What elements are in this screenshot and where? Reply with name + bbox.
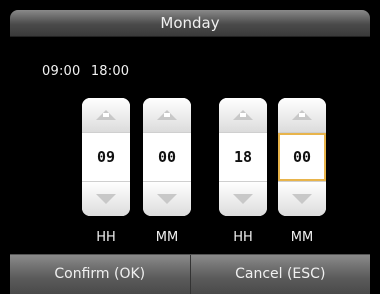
triangle-up-icon <box>292 110 312 120</box>
start-hour-increment-button[interactable] <box>82 98 130 133</box>
start-minute-decrement-button[interactable] <box>143 181 191 216</box>
end-hour-spinner[interactable]: 18 <box>219 98 267 216</box>
triangle-down-icon <box>233 194 253 204</box>
end-minute-decrement-button[interactable] <box>278 181 326 216</box>
page-title: Monday <box>160 14 220 32</box>
triangle-up-icon <box>157 110 177 120</box>
start-time: 09:00 <box>42 64 81 79</box>
end-minute-spinner[interactable]: 00 <box>278 98 326 216</box>
start-hour-value[interactable]: 09 <box>82 133 130 181</box>
end-minute-value[interactable]: 00 <box>278 133 326 181</box>
end-minute-unit-label: MM <box>290 230 314 245</box>
end-hour-value[interactable]: 18 <box>219 133 267 181</box>
start-hour-decrement-button[interactable] <box>82 181 130 216</box>
triangle-up-icon <box>233 110 253 120</box>
start-minute-spinner[interactable]: 00 <box>143 98 191 216</box>
start-minute-increment-button[interactable] <box>143 98 191 133</box>
start-minute-value[interactable]: 00 <box>143 133 191 181</box>
end-time: 18:00 <box>90 64 130 79</box>
start-hour-unit-label: HH <box>96 230 116 245</box>
triangle-down-icon <box>96 194 116 204</box>
confirm-button[interactable]: Confirm (OK) <box>10 255 191 294</box>
start-hour-spinner[interactable]: 09 <box>82 98 130 216</box>
triangle-down-icon <box>292 194 312 204</box>
end-hour-decrement-button[interactable] <box>219 181 267 216</box>
time-range-display: 09:00 18:00 <box>42 64 135 79</box>
time-setting-screen: Monday 09:00 18:00 09 00 18 00 HH MM HH … <box>0 0 380 294</box>
bottom-button-bar: Confirm (OK) Cancel (ESC) <box>10 254 370 294</box>
start-minute-unit-label: MM <box>155 230 179 245</box>
end-hour-increment-button[interactable] <box>219 98 267 133</box>
triangle-down-icon <box>157 194 177 204</box>
triangle-up-icon <box>96 110 116 120</box>
end-minute-increment-button[interactable] <box>278 98 326 133</box>
title-bar: Monday <box>10 10 370 37</box>
end-hour-unit-label: HH <box>233 230 253 245</box>
cancel-button[interactable]: Cancel (ESC) <box>190 255 370 294</box>
